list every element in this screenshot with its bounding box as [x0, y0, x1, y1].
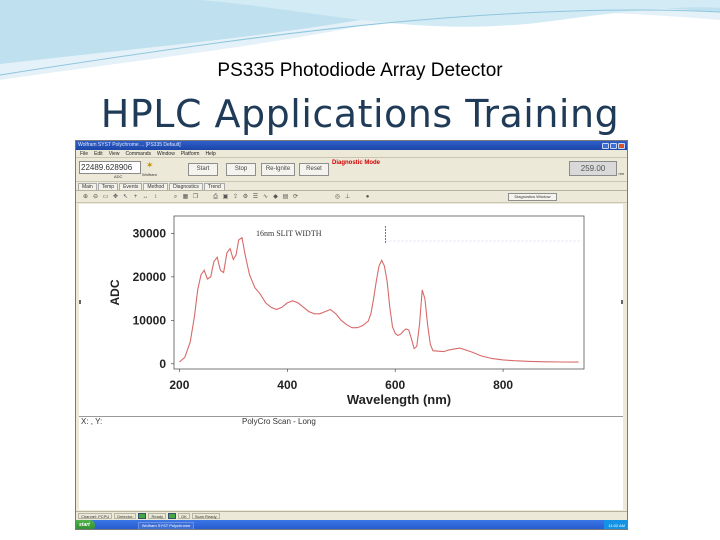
status-bar: Channel: PCPU Detector: Ready OK Scan Re… — [76, 511, 627, 519]
menu-help[interactable]: Help — [205, 151, 215, 157]
maximize-button[interactable] — [610, 142, 617, 149]
pin-icon[interactable]: ⊥ — [344, 194, 351, 200]
y-tick-label: 0 — [159, 357, 166, 371]
menu-view[interactable]: View — [109, 151, 120, 157]
menu-file[interactable]: File — [80, 151, 88, 157]
app-window-screenshot: Wolfram SYST Polychrome ... [PS335 Defau… — [75, 140, 628, 530]
status-channel: Channel: PCPU — [78, 512, 113, 519]
left-scroll-marker — [79, 300, 81, 304]
stop-button[interactable]: Stop — [226, 163, 256, 176]
table-icon[interactable]: ▤ — [282, 194, 289, 200]
wavelength-readout: 259.00 — [569, 161, 617, 176]
menu-edit[interactable]: Edit — [94, 151, 103, 157]
menu-platform[interactable]: Platform — [181, 151, 200, 157]
pan-icon[interactable]: ✥ — [112, 194, 119, 200]
x-axis-label: Wavelength (nm) — [347, 392, 451, 407]
marker-icon[interactable]: ◆ — [272, 194, 279, 200]
reset-button[interactable]: Reset — [299, 163, 329, 176]
window-controls — [602, 142, 625, 149]
log-pane — [79, 426, 623, 510]
slide-subtitle: PS335 Photodiode Array Detector — [217, 60, 503, 81]
slit-width-annotation: 16nm SLIT WIDTH — [256, 229, 322, 238]
zoom-in-icon[interactable]: ⊕ — [82, 194, 89, 200]
minimize-button[interactable] — [602, 142, 609, 149]
taskbar-item[interactable]: Wolfram SYST Polychrome — [137, 521, 195, 529]
window-title: Wolfram SYST Polychrome ... [PS335 Defau… — [78, 142, 181, 148]
spectrum-plot: 0 10000 20000 30000 200 400 600 800 Wavelength (… — [79, 204, 623, 416]
start-button[interactable]: Start — [188, 163, 218, 176]
status-detector: Detector: — [114, 512, 137, 519]
wavelength-unit: nm — [618, 171, 624, 176]
cursor-icon[interactable]: ↖ — [122, 194, 129, 200]
tab-main[interactable]: Main — [78, 183, 97, 190]
status-ok: OK — [178, 512, 190, 519]
crosshair-icon[interactable]: + — [132, 194, 139, 200]
scan-mode-label: PolyCro Scan - Long — [242, 417, 316, 426]
adc-readout: 22489.628906 — [79, 161, 141, 174]
trace-icon[interactable]: ∿ — [262, 194, 269, 200]
os-start-button[interactable]: start — [76, 520, 95, 529]
legend-icon[interactable]: ☰ — [252, 194, 259, 200]
os-taskbar: start Wolfram SYST Polychrome 11:02 AM — [76, 520, 627, 529]
slide-title: HPLC Applications Training — [100, 92, 620, 136]
tab-diagnostics[interactable]: Diagnostics — [169, 183, 203, 190]
y-tick-label: 30000 — [133, 226, 167, 240]
brand-logo-text: Wolfram — [142, 172, 157, 177]
diagnostic-mode-label: Diagnostic Mode — [332, 160, 381, 166]
status-scan: Scan Ready — [191, 512, 220, 519]
tab-events[interactable]: Events — [119, 183, 143, 190]
y-axis-label: ADC — [108, 279, 122, 305]
y-tick-label: 10000 — [133, 313, 167, 327]
grid-icon[interactable]: ▦ — [182, 194, 189, 200]
x-tick-label: 800 — [493, 378, 513, 392]
search-icon[interactable]: ⌕ — [172, 194, 179, 200]
zoom-out-icon[interactable]: ⊖ — [92, 194, 99, 200]
tab-temp[interactable]: Temp — [97, 183, 119, 190]
cursor-info-bar: X: , Y: PolyCro Scan - Long — [79, 416, 623, 426]
status-ready-indicator — [138, 512, 147, 519]
system-tray-clock: 11:02 AM — [604, 520, 627, 529]
brand-logo-icon: ✶ — [146, 160, 154, 170]
save-icon[interactable]: ▣ — [222, 194, 229, 200]
menubar: File Edit View Commands Window Platform … — [76, 150, 627, 158]
copy-icon[interactable]: ❐ — [192, 194, 199, 200]
spectrum-chart: 0 10000 20000 30000 200 400 600 800 Wavelength (… — [79, 204, 623, 416]
x-tick-label: 400 — [277, 378, 297, 392]
status-ok-indicator — [168, 512, 177, 519]
window-titlebar: Wolfram SYST Polychrome ... [PS335 Defau… — [76, 141, 627, 150]
refresh-icon[interactable]: ⟳ — [292, 194, 299, 200]
print-icon[interactable]: ⎙ — [212, 194, 219, 200]
expand-vertical-icon[interactable]: ↕ — [152, 194, 159, 200]
cursor-xy-readout: X: , Y: — [81, 417, 103, 426]
plot-frame — [173, 215, 585, 370]
autoscale-icon[interactable]: ▭ — [102, 194, 109, 200]
re-ignite-button[interactable]: Re-Ignite — [261, 163, 295, 176]
tab-method[interactable]: Method — [143, 183, 169, 190]
status-ready: Ready — [148, 512, 167, 519]
y-tick-label: 20000 — [133, 270, 167, 284]
tab-trend[interactable]: Trend — [203, 183, 225, 190]
target-icon[interactable]: ◎ — [334, 194, 341, 200]
chart-toolbar: ⊕ ⊖ ▭ ✥ ↖ + ↔ ↕ ⌕ ▦ ❐ ⎙ ▣ ⇪ ⚙ ☰ ∿ ◆ ▤ ⟳ … — [76, 191, 627, 203]
right-scroll-marker — [621, 300, 623, 304]
expand-horizontal-icon[interactable]: ↔ — [142, 194, 149, 200]
control-panel: 22489.628906 ADC ✶ Wolfram Start Stop Re… — [76, 158, 627, 182]
settings-icon[interactable]: ⚙ — [242, 194, 249, 200]
x-tick-label: 600 — [385, 378, 405, 392]
info-icon[interactable]: ● — [364, 194, 371, 200]
menu-window[interactable]: Window — [157, 151, 175, 157]
x-tick-label: 200 — [169, 378, 189, 392]
export-icon[interactable]: ⇪ — [232, 194, 239, 200]
tab-strip: Main Temp Events Method Diagnostics Tren… — [76, 182, 627, 191]
menu-commands[interactable]: Commands — [125, 151, 151, 157]
close-button[interactable] — [618, 142, 625, 149]
diagnostics-window-button[interactable]: Diagnostics Window — [508, 193, 557, 201]
quick-launch-icons[interactable] — [95, 520, 135, 529]
adc-readout-unit: ADC — [114, 174, 123, 179]
